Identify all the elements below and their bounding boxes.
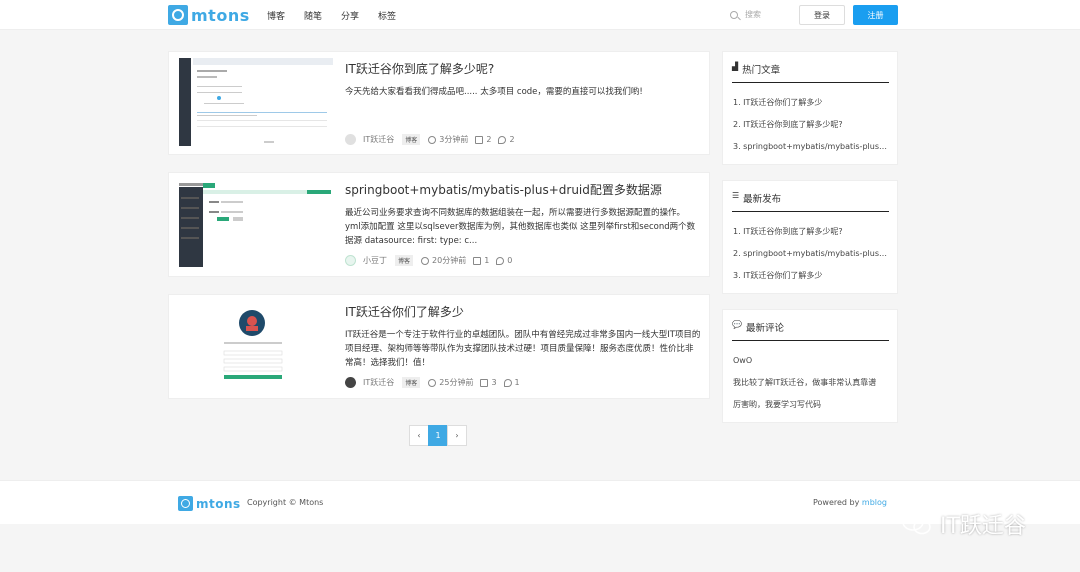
comment-icon — [496, 256, 505, 265]
post-tag[interactable]: 博客 — [402, 377, 421, 388]
powered-link[interactable]: mblog — [862, 498, 887, 507]
search-placeholder[interactable]: 搜索 — [745, 9, 761, 20]
post-thumbnail[interactable] — [169, 295, 333, 393]
post-excerpt: 最近公司业务要求查询不同数据库的数据组装在一起，所以需要进行多数据源配置的操作。… — [345, 208, 696, 246]
avatar[interactable] — [345, 134, 356, 145]
nav-item-blog[interactable]: 博客 — [267, 9, 285, 22]
latest-comments-list: OwO 我比较了解IT跃迁谷，做事非常认真靠谱 厉害哟，我要学习写代码 — [733, 350, 893, 416]
post-thumbnail[interactable] — [169, 52, 333, 150]
post-author[interactable]: 小豆丁 — [363, 255, 387, 266]
register-button[interactable]: 注册 — [853, 5, 898, 25]
powered-by: Powered by mblog — [813, 498, 887, 507]
latest-comments-widget: 💬 最新评论 OwO 我比较了解IT跃迁谷，做事非常认真靠谱 厉害哟，我要学习写… — [722, 309, 898, 423]
search-box[interactable]: 搜索 — [730, 9, 761, 20]
list-item[interactable]: 我比较了解IT跃迁谷，做事非常认真靠谱 — [733, 372, 893, 394]
chart-icon: ▟ — [732, 62, 739, 71]
hot-posts-list: 1. IT跃迁谷你们了解多少 2. IT跃迁谷你到底了解多少呢? 3. spri… — [733, 92, 893, 158]
top-header: mtons 博客 随笔 分享 标签 搜索 登录 注册 — [0, 0, 1080, 30]
widget-title: 热门文章 — [742, 65, 781, 76]
footer-logo[interactable]: mtons — [178, 496, 241, 511]
widget-title: 最新评论 — [745, 323, 784, 334]
page-button-current[interactable]: 1 — [428, 425, 448, 446]
post-time: 25分钟前 — [439, 378, 474, 387]
nav-item-notes[interactable]: 随笔 — [304, 9, 322, 22]
post-card[interactable]: springboot+mybatis/mybatis-plus+druid配置多… — [168, 172, 710, 277]
views-icon — [480, 378, 489, 387]
avatar[interactable] — [345, 377, 356, 388]
post-views: 2 — [486, 135, 492, 144]
views-icon — [473, 256, 482, 265]
views-icon — [475, 135, 484, 144]
post-meta: IT跃迁谷 博客 25分钟前 3 1 — [345, 377, 527, 388]
list-item[interactable]: 1. IT跃迁谷你到底了解多少呢? — [733, 221, 893, 243]
post-views: 1 — [484, 256, 490, 265]
widget-header: 💬 最新评论 — [732, 320, 889, 341]
post-excerpt: 今天先给大家看看我们得成品吧..... 太多项目 code，需要的直接可以找我们… — [345, 87, 643, 97]
post-tag[interactable]: 博客 — [402, 134, 421, 145]
post-time: 20分钟前 — [432, 256, 467, 265]
logo-mark-icon — [178, 496, 193, 511]
avatar[interactable] — [345, 255, 356, 266]
search-icon — [730, 10, 738, 19]
widget-header: ▟ 热门文章 — [732, 62, 889, 83]
post-time: 3分钟前 — [439, 135, 469, 144]
latest-posts-list: 1. IT跃迁谷你到底了解多少呢? 2. springboot+mybatis/… — [733, 221, 893, 287]
logo-mark-icon — [168, 5, 188, 25]
post-title[interactable]: IT跃迁谷你们了解多少 — [345, 303, 464, 320]
post-meta: 小豆丁 博客 20分钟前 1 0 — [345, 255, 519, 266]
post-meta: IT跃迁谷 博客 3分钟前 2 2 — [345, 134, 522, 145]
main-nav: 博客 随笔 分享 标签 — [267, 0, 396, 30]
login-button[interactable]: 登录 — [799, 5, 845, 25]
post-author[interactable]: IT跃迁谷 — [363, 377, 394, 388]
list-item[interactable]: 1. IT跃迁谷你们了解多少 — [733, 92, 893, 114]
post-thumbnail[interactable] — [169, 173, 333, 271]
list-item[interactable]: 3. IT跃迁谷你们了解多少 — [733, 265, 893, 287]
nav-item-tags[interactable]: 标签 — [378, 9, 396, 22]
post-comments: 0 — [507, 256, 513, 265]
comment-icon — [503, 378, 512, 387]
prev-page-button[interactable]: ‹ — [409, 425, 429, 446]
post-views: 3 — [491, 378, 497, 387]
post-author[interactable]: IT跃迁谷 — [363, 134, 394, 145]
post-comments: 1 — [514, 378, 520, 387]
post-title[interactable]: springboot+mybatis/mybatis-plus+druid配置多… — [345, 181, 662, 198]
latest-posts-widget: ☰ 最新发布 1. IT跃迁谷你到底了解多少呢? 2. springboot+m… — [722, 180, 898, 294]
nav-item-share[interactable]: 分享 — [341, 9, 359, 22]
widget-header: ☰ 最新发布 — [732, 191, 889, 212]
post-excerpt: IT跃迁谷是一个专注于软件行业的卓越团队。团队中有曾经完成过非常多国内一线大型I… — [345, 330, 701, 368]
site-logo[interactable]: mtons — [168, 5, 250, 25]
list-item[interactable]: 2. IT跃迁谷你到底了解多少呢? — [733, 114, 893, 136]
post-tag[interactable]: 博客 — [395, 255, 414, 266]
clock-icon — [421, 256, 430, 265]
hot-posts-widget: ▟ 热门文章 1. IT跃迁谷你们了解多少 2. IT跃迁谷你到底了解多少呢? … — [722, 51, 898, 165]
comment-icon — [498, 135, 507, 144]
next-page-button[interactable]: › — [447, 425, 467, 446]
widget-title: 最新发布 — [743, 194, 782, 205]
list-item[interactable]: 3. springboot+mybatis/mybatis-plus+druid… — [733, 136, 893, 158]
post-title[interactable]: IT跃迁谷你到底了解多少呢? — [345, 60, 494, 77]
list-item[interactable]: 厉害哟，我要学习写代码 — [733, 394, 893, 416]
post-card[interactable]: IT跃迁谷你们了解多少 IT跃迁谷是一个专注于软件行业的卓越团队。团队中有曾经完… — [168, 294, 710, 399]
clock-icon — [428, 135, 437, 144]
post-comments: 2 — [509, 135, 515, 144]
wechat-icon — [902, 513, 931, 535]
copyright-text: Copyright © Mtons — [247, 498, 324, 507]
clock-icon — [428, 378, 437, 387]
watermark: IT跃迁谷 — [902, 508, 1026, 540]
logo-text: mtons — [196, 496, 241, 511]
list-item[interactable]: 2. springboot+mybatis/mybatis-plus+druid… — [733, 243, 893, 265]
comment-bubble-icon: 💬 — [732, 320, 742, 329]
logo-text: mtons — [191, 5, 250, 25]
list-icon: ☰ — [732, 191, 740, 200]
post-card[interactable]: IT跃迁谷你到底了解多少呢? 今天先给大家看看我们得成品吧..... 太多项目 … — [168, 51, 710, 155]
list-item[interactable]: OwO — [733, 350, 893, 372]
powered-label: Powered by — [813, 498, 860, 507]
pagination: ‹ 1 › — [409, 425, 467, 446]
watermark-text: IT跃迁谷 — [940, 514, 1026, 539]
